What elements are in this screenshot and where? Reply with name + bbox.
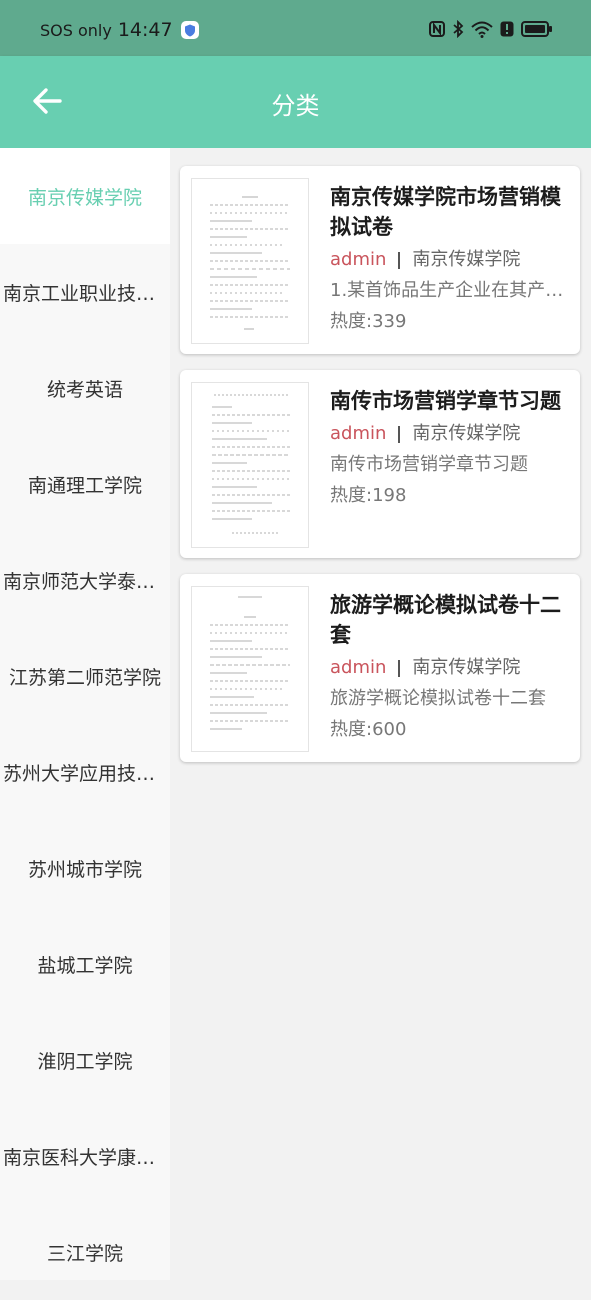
author-name: admin (330, 249, 387, 270)
heat-count: 热度:198 (330, 485, 407, 506)
document-meta: admin 南京传媒学院 (330, 421, 568, 447)
card-body: 旅游学概论模拟试卷十二套 admin 南京传媒学院 旅游学概论模拟试卷十二套 热… (330, 590, 568, 743)
shield-icon (180, 21, 199, 39)
battery-icon (521, 21, 553, 41)
app-bar: 分类 (0, 56, 591, 148)
card-body: 南京传媒学院市场营销模拟试卷 admin 南京传媒学院 1.某首饰品生产企业在其… (330, 182, 568, 335)
meta-divider (398, 659, 401, 677)
sidebar-item-label: 南通理工学院 (27, 474, 142, 497)
category-sidebar: 南京传媒学院 南京工业职业技术大学 统考英语 南通理工学院 南京师范大学泰州学院… (0, 148, 170, 1280)
sidebar-item[interactable]: 三江学院 (0, 1204, 170, 1300)
sidebar-item-label: 南京师范大学泰州学院 (3, 570, 167, 593)
document-card[interactable]: 南传市场营销学章节习题 admin 南京传媒学院 南传市场营销学章节习题 热度:… (180, 370, 580, 558)
document-description: 旅游学概论模拟试卷十二套 (330, 688, 546, 709)
school-name: 南京传媒学院 (412, 657, 521, 678)
status-right (429, 19, 553, 42)
sidebar-item[interactable]: 淮阴工学院 (0, 1012, 170, 1108)
meta-divider (398, 251, 401, 269)
document-description: 1.某首饰品生产企业在其产品推广中 (330, 280, 568, 301)
sidebar-item[interactable]: 南京医科大学康达学院 (0, 1108, 170, 1204)
card-body: 南传市场营销学章节习题 admin 南京传媒学院 南传市场营销学章节习题 热度:… (330, 386, 568, 509)
document-meta: admin 南京传媒学院 (330, 655, 568, 681)
document-title: 南传市场营销学章节习题 (330, 389, 561, 413)
sidebar-item-label: 淮阴工学院 (37, 1050, 133, 1073)
clock-time: 14:47 (117, 19, 173, 41)
sidebar-item[interactable]: 苏州城市学院 (0, 820, 170, 916)
sidebar-item-label: 江苏第二师范学院 (8, 666, 161, 689)
document-thumbnail (191, 178, 309, 344)
sidebar-item-label: 苏州城市学院 (27, 858, 142, 881)
sidebar-item-label: 盐城工学院 (37, 954, 133, 977)
author-name: admin (330, 423, 387, 444)
sidebar-item[interactable]: 江苏第二师范学院 (0, 628, 170, 724)
status-bar: SOS only 14:47 (0, 0, 591, 56)
document-title: 旅游学概论模拟试卷十二套 (330, 593, 561, 647)
document-thumbnail (191, 586, 309, 752)
document-description: 南传市场营销学章节习题 (330, 454, 528, 475)
document-list: 南京传媒学院市场营销模拟试卷 admin 南京传媒学院 1.某首饰品生产企业在其… (170, 148, 591, 1280)
sos-text: SOS only (40, 20, 112, 40)
page-title: 分类 (271, 92, 320, 120)
sidebar-item-label: 统考英语 (46, 378, 123, 401)
sidebar-item[interactable]: 南京传媒学院 (0, 148, 170, 244)
sidebar-item[interactable]: 南京工业职业技术大学 (0, 244, 170, 340)
meta-divider (398, 425, 401, 443)
heat-count: 热度:339 (330, 311, 407, 332)
document-title: 南京传媒学院市场营销模拟试卷 (330, 185, 561, 239)
sidebar-item[interactable]: 盐城工学院 (0, 916, 170, 1012)
sidebar-item-label: 三江学院 (46, 1242, 123, 1265)
document-card[interactable]: 南京传媒学院市场营销模拟试卷 admin 南京传媒学院 1.某首饰品生产企业在其… (180, 166, 580, 354)
sidebar-item[interactable]: 南京师范大学泰州学院 (0, 532, 170, 628)
heat-count: 热度:600 (330, 719, 407, 740)
bluetooth-icon (452, 19, 464, 42)
document-meta: admin 南京传媒学院 (330, 247, 568, 273)
sidebar-item[interactable]: 南通理工学院 (0, 436, 170, 532)
nfc-icon (429, 21, 445, 41)
alert-icon (500, 21, 514, 41)
school-name: 南京传媒学院 (412, 249, 521, 270)
document-thumbnail (191, 382, 309, 548)
school-name: 南京传媒学院 (412, 423, 521, 444)
author-name: admin (330, 657, 387, 678)
sidebar-item-label: 南京工业职业技术大学 (3, 282, 167, 305)
sidebar-item-label: 苏州大学应用技术学院 (3, 762, 167, 785)
status-left: SOS only 14:47 (40, 19, 199, 41)
sidebar-item-label: 南京医科大学康达学院 (3, 1146, 167, 1169)
sidebar-item[interactable]: 统考英语 (0, 340, 170, 436)
sidebar-item-label: 南京传媒学院 (27, 186, 142, 209)
wifi-icon (471, 20, 493, 42)
sidebar-item[interactable]: 苏州大学应用技术学院 (0, 724, 170, 820)
document-card[interactable]: 旅游学概论模拟试卷十二套 admin 南京传媒学院 旅游学概论模拟试卷十二套 热… (180, 574, 580, 762)
